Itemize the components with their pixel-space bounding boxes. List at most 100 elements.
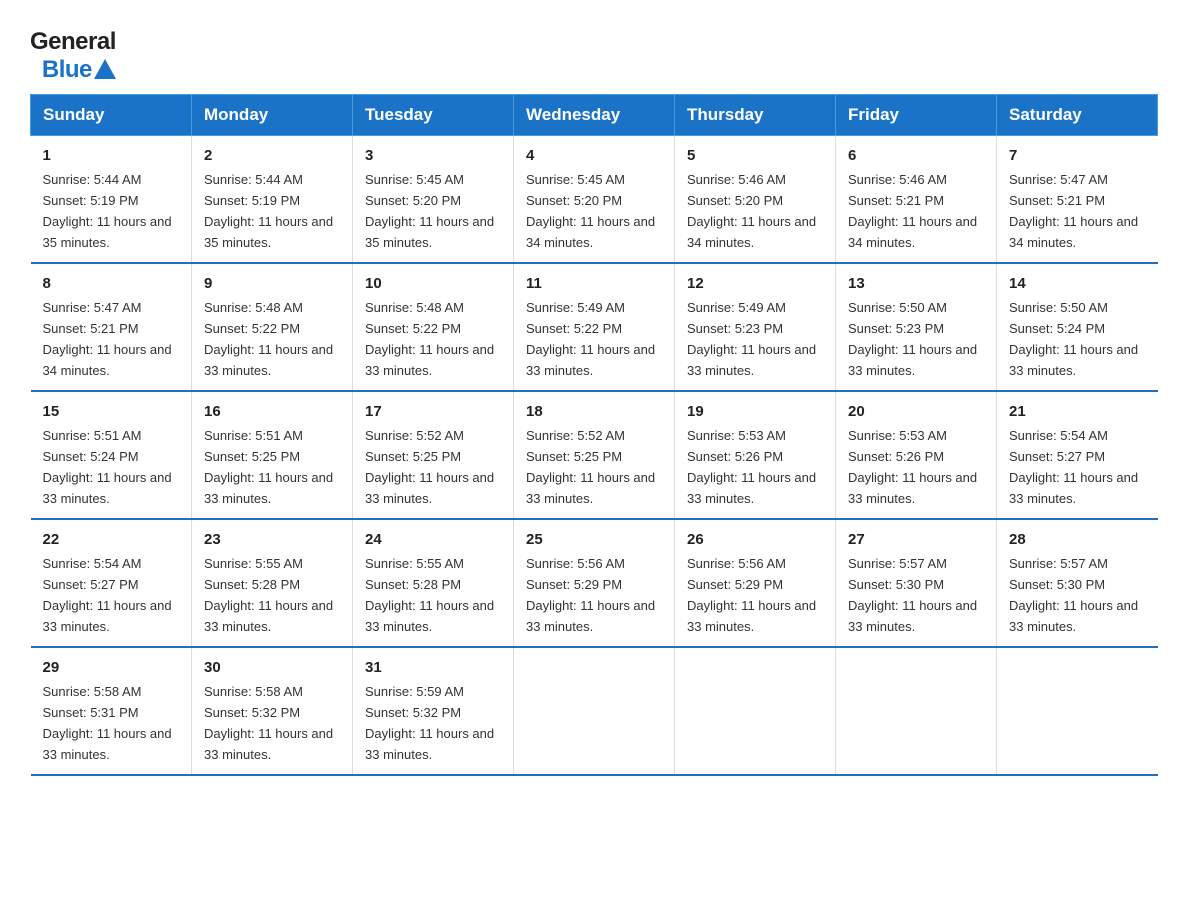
calendar-week-row: 1 Sunrise: 5:44 AMSunset: 5:19 PMDayligh…: [31, 136, 1158, 263]
day-info: Sunrise: 5:50 AMSunset: 5:23 PMDaylight:…: [848, 300, 977, 378]
logo-general: General: [30, 28, 116, 56]
calendar-day-cell: 24 Sunrise: 5:55 AMSunset: 5:28 PMDaylig…: [353, 519, 514, 647]
day-number: 4: [526, 144, 662, 167]
day-info: Sunrise: 5:56 AMSunset: 5:29 PMDaylight:…: [526, 556, 655, 634]
day-number: 28: [1009, 528, 1146, 551]
calendar-week-row: 15 Sunrise: 5:51 AMSunset: 5:24 PMDaylig…: [31, 391, 1158, 519]
day-number: 15: [43, 400, 180, 423]
calendar-day-cell: [514, 647, 675, 775]
calendar-day-cell: 12 Sunrise: 5:49 AMSunset: 5:23 PMDaylig…: [675, 263, 836, 391]
calendar-day-cell: 16 Sunrise: 5:51 AMSunset: 5:25 PMDaylig…: [192, 391, 353, 519]
calendar-day-cell: 19 Sunrise: 5:53 AMSunset: 5:26 PMDaylig…: [675, 391, 836, 519]
day-number: 30: [204, 656, 340, 679]
day-info: Sunrise: 5:54 AMSunset: 5:27 PMDaylight:…: [1009, 428, 1138, 506]
day-number: 21: [1009, 400, 1146, 423]
day-info: Sunrise: 5:45 AMSunset: 5:20 PMDaylight:…: [526, 172, 655, 250]
day-number: 17: [365, 400, 501, 423]
day-number: 25: [526, 528, 662, 551]
calendar-week-row: 8 Sunrise: 5:47 AMSunset: 5:21 PMDayligh…: [31, 263, 1158, 391]
day-info: Sunrise: 5:47 AMSunset: 5:21 PMDaylight:…: [43, 300, 172, 378]
calendar-day-cell: 13 Sunrise: 5:50 AMSunset: 5:23 PMDaylig…: [836, 263, 997, 391]
day-number: 27: [848, 528, 984, 551]
calendar-day-cell: 23 Sunrise: 5:55 AMSunset: 5:28 PMDaylig…: [192, 519, 353, 647]
day-number: 23: [204, 528, 340, 551]
calendar-day-cell: [675, 647, 836, 775]
day-info: Sunrise: 5:44 AMSunset: 5:19 PMDaylight:…: [204, 172, 333, 250]
day-info: Sunrise: 5:52 AMSunset: 5:25 PMDaylight:…: [526, 428, 655, 506]
day-number: 26: [687, 528, 823, 551]
day-info: Sunrise: 5:58 AMSunset: 5:32 PMDaylight:…: [204, 684, 333, 762]
calendar-day-cell: 14 Sunrise: 5:50 AMSunset: 5:24 PMDaylig…: [997, 263, 1158, 391]
logo-blue: Blue: [42, 56, 92, 84]
day-info: Sunrise: 5:50 AMSunset: 5:24 PMDaylight:…: [1009, 300, 1138, 378]
day-info: Sunrise: 5:49 AMSunset: 5:23 PMDaylight:…: [687, 300, 816, 378]
page-header: General Blue: [30, 20, 1158, 84]
day-info: Sunrise: 5:53 AMSunset: 5:26 PMDaylight:…: [687, 428, 816, 506]
day-info: Sunrise: 5:56 AMSunset: 5:29 PMDaylight:…: [687, 556, 816, 634]
day-number: 22: [43, 528, 180, 551]
calendar-day-cell: [836, 647, 997, 775]
calendar-day-cell: 6 Sunrise: 5:46 AMSunset: 5:21 PMDayligh…: [836, 136, 997, 263]
calendar-week-row: 29 Sunrise: 5:58 AMSunset: 5:31 PMDaylig…: [31, 647, 1158, 775]
calendar-day-cell: 4 Sunrise: 5:45 AMSunset: 5:20 PMDayligh…: [514, 136, 675, 263]
calendar-day-cell: 29 Sunrise: 5:58 AMSunset: 5:31 PMDaylig…: [31, 647, 192, 775]
day-info: Sunrise: 5:51 AMSunset: 5:25 PMDaylight:…: [204, 428, 333, 506]
calendar-day-cell: 22 Sunrise: 5:54 AMSunset: 5:27 PMDaylig…: [31, 519, 192, 647]
calendar-day-cell: 8 Sunrise: 5:47 AMSunset: 5:21 PMDayligh…: [31, 263, 192, 391]
weekday-header-tuesday: Tuesday: [353, 95, 514, 136]
day-number: 16: [204, 400, 340, 423]
day-info: Sunrise: 5:46 AMSunset: 5:21 PMDaylight:…: [848, 172, 977, 250]
calendar-day-cell: [997, 647, 1158, 775]
day-number: 31: [365, 656, 501, 679]
day-number: 13: [848, 272, 984, 295]
calendar-table: SundayMondayTuesdayWednesdayThursdayFrid…: [30, 94, 1158, 776]
day-info: Sunrise: 5:51 AMSunset: 5:24 PMDaylight:…: [43, 428, 172, 506]
logo: General Blue: [30, 28, 116, 84]
day-info: Sunrise: 5:46 AMSunset: 5:20 PMDaylight:…: [687, 172, 816, 250]
day-number: 2: [204, 144, 340, 167]
day-number: 9: [204, 272, 340, 295]
calendar-day-cell: 2 Sunrise: 5:44 AMSunset: 5:19 PMDayligh…: [192, 136, 353, 263]
day-number: 18: [526, 400, 662, 423]
weekday-header-monday: Monday: [192, 95, 353, 136]
weekday-header-friday: Friday: [836, 95, 997, 136]
day-number: 29: [43, 656, 180, 679]
calendar-week-row: 22 Sunrise: 5:54 AMSunset: 5:27 PMDaylig…: [31, 519, 1158, 647]
day-info: Sunrise: 5:47 AMSunset: 5:21 PMDaylight:…: [1009, 172, 1138, 250]
day-number: 14: [1009, 272, 1146, 295]
day-number: 10: [365, 272, 501, 295]
calendar-day-cell: 3 Sunrise: 5:45 AMSunset: 5:20 PMDayligh…: [353, 136, 514, 263]
calendar-day-cell: 10 Sunrise: 5:48 AMSunset: 5:22 PMDaylig…: [353, 263, 514, 391]
calendar-day-cell: 11 Sunrise: 5:49 AMSunset: 5:22 PMDaylig…: [514, 263, 675, 391]
weekday-header-saturday: Saturday: [997, 95, 1158, 136]
day-info: Sunrise: 5:57 AMSunset: 5:30 PMDaylight:…: [1009, 556, 1138, 634]
day-number: 6: [848, 144, 984, 167]
weekday-header-sunday: Sunday: [31, 95, 192, 136]
calendar-day-cell: 17 Sunrise: 5:52 AMSunset: 5:25 PMDaylig…: [353, 391, 514, 519]
day-info: Sunrise: 5:58 AMSunset: 5:31 PMDaylight:…: [43, 684, 172, 762]
day-number: 1: [43, 144, 180, 167]
calendar-day-cell: 7 Sunrise: 5:47 AMSunset: 5:21 PMDayligh…: [997, 136, 1158, 263]
day-info: Sunrise: 5:45 AMSunset: 5:20 PMDaylight:…: [365, 172, 494, 250]
day-number: 5: [687, 144, 823, 167]
day-info: Sunrise: 5:48 AMSunset: 5:22 PMDaylight:…: [365, 300, 494, 378]
day-info: Sunrise: 5:57 AMSunset: 5:30 PMDaylight:…: [848, 556, 977, 634]
calendar-day-cell: 15 Sunrise: 5:51 AMSunset: 5:24 PMDaylig…: [31, 391, 192, 519]
calendar-header-row: SundayMondayTuesdayWednesdayThursdayFrid…: [31, 95, 1158, 136]
calendar-day-cell: 31 Sunrise: 5:59 AMSunset: 5:32 PMDaylig…: [353, 647, 514, 775]
day-info: Sunrise: 5:52 AMSunset: 5:25 PMDaylight:…: [365, 428, 494, 506]
calendar-day-cell: 20 Sunrise: 5:53 AMSunset: 5:26 PMDaylig…: [836, 391, 997, 519]
calendar-day-cell: 1 Sunrise: 5:44 AMSunset: 5:19 PMDayligh…: [31, 136, 192, 263]
calendar-day-cell: 9 Sunrise: 5:48 AMSunset: 5:22 PMDayligh…: [192, 263, 353, 391]
day-number: 24: [365, 528, 501, 551]
day-number: 11: [526, 272, 662, 295]
calendar-day-cell: 25 Sunrise: 5:56 AMSunset: 5:29 PMDaylig…: [514, 519, 675, 647]
calendar-day-cell: 30 Sunrise: 5:58 AMSunset: 5:32 PMDaylig…: [192, 647, 353, 775]
weekday-header-wednesday: Wednesday: [514, 95, 675, 136]
day-info: Sunrise: 5:44 AMSunset: 5:19 PMDaylight:…: [43, 172, 172, 250]
calendar-day-cell: 26 Sunrise: 5:56 AMSunset: 5:29 PMDaylig…: [675, 519, 836, 647]
day-info: Sunrise: 5:55 AMSunset: 5:28 PMDaylight:…: [204, 556, 333, 634]
day-number: 12: [687, 272, 823, 295]
day-info: Sunrise: 5:48 AMSunset: 5:22 PMDaylight:…: [204, 300, 333, 378]
day-info: Sunrise: 5:54 AMSunset: 5:27 PMDaylight:…: [43, 556, 172, 634]
